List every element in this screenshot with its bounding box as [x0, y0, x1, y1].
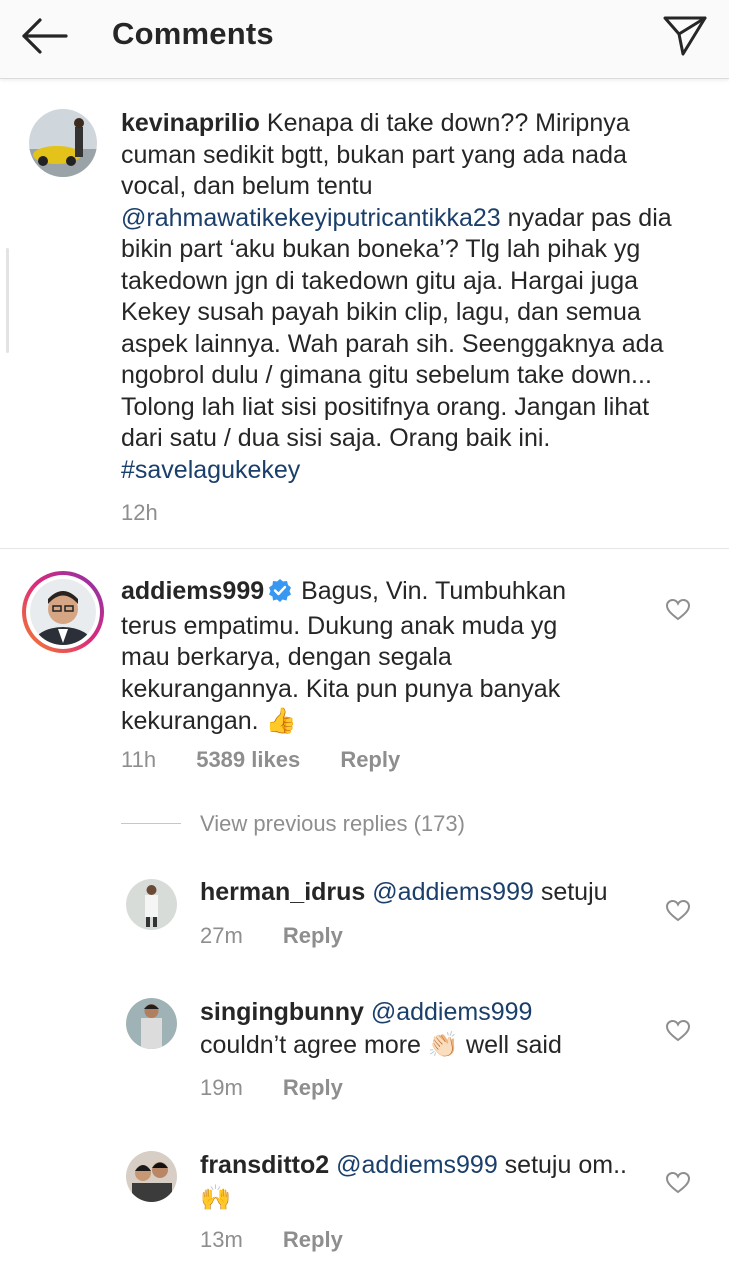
like-button[interactable]	[665, 598, 691, 622]
heart-icon	[665, 1019, 691, 1042]
heart-icon	[665, 598, 691, 621]
verified-badge-icon	[268, 578, 292, 611]
avatar-photo	[126, 1151, 177, 1202]
avatar-photo	[30, 579, 96, 645]
clapping-hands-emoji: 👏🏻	[427, 1029, 460, 1059]
reply-meta: 19m Reply	[200, 1075, 377, 1101]
comment-body-continued: nyadar pas dia bikin part ‘aku bukan bon…	[121, 203, 672, 453]
reply-button[interactable]: Reply	[283, 1075, 343, 1100]
avatar-story-ring[interactable]	[22, 571, 104, 653]
reply-text: herman_idrus @addiems999 setuju	[200, 877, 660, 909]
thumbs-up-emoji: 👍	[265, 706, 297, 735]
avatar[interactable]	[126, 879, 177, 930]
mention-link[interactable]: @rahmawatikekeyiputricantikka23	[121, 204, 501, 232]
reply-button[interactable]: Reply	[283, 923, 343, 948]
page-title: Comments	[112, 16, 274, 51]
reply-time: 27m	[200, 923, 243, 948]
avatar-photo	[126, 998, 177, 1049]
heart-icon	[665, 899, 691, 922]
avatar-photo	[126, 879, 177, 930]
header-bar: Comments	[0, 0, 729, 79]
reply-button[interactable]: Reply	[340, 747, 400, 772]
reply-time: 11h	[121, 747, 157, 772]
reply-text: singingbunny @addiems999 couldn’t agree …	[200, 997, 660, 1061]
reply-username[interactable]: addiems999	[121, 577, 264, 605]
like-button[interactable]	[665, 1171, 691, 1195]
mention-link[interactable]: @addiems999	[372, 878, 534, 906]
reply-meta: 13m Reply	[200, 1227, 377, 1253]
avatar[interactable]	[126, 998, 177, 1049]
arrow-left-icon	[22, 18, 68, 54]
reply-username[interactable]: fransditto2	[200, 1151, 329, 1179]
comment-username[interactable]: kevinaprilio	[121, 109, 260, 137]
comment-meta: 12h	[121, 500, 192, 526]
mention-link[interactable]: @addiems999	[371, 998, 533, 1026]
reply-text: fransditto2 @addiems999 setuju om.. 🙌	[200, 1150, 640, 1214]
mention-link[interactable]: @addiems999	[336, 1151, 498, 1179]
reply-body: setuju	[533, 878, 608, 906]
paper-plane-icon	[663, 16, 707, 56]
avatar[interactable]	[29, 109, 97, 177]
reply-meta: 11h 5389 likes Reply	[121, 747, 434, 773]
avatar[interactable]	[126, 1151, 177, 1202]
like-button[interactable]	[665, 899, 691, 923]
reply-username[interactable]: herman_idrus	[200, 878, 365, 906]
divider	[0, 548, 729, 549]
scrollbar[interactable]	[6, 248, 9, 353]
back-button[interactable]	[18, 14, 70, 58]
raising-hands-emoji: 🙌	[200, 1182, 232, 1212]
reply-button[interactable]: Reply	[283, 1227, 343, 1252]
comment-time: 12h	[121, 500, 158, 525]
view-replies-line	[121, 823, 181, 824]
avatar-photo	[29, 109, 97, 177]
reply-body-end: well said	[459, 1030, 562, 1059]
main-comment-text: kevinaprilio Kenapa di take down?? Mirip…	[121, 108, 681, 486]
reply-time: 13m	[200, 1227, 243, 1252]
heart-icon	[665, 1171, 691, 1194]
reply-time: 19m	[200, 1075, 243, 1100]
view-previous-replies[interactable]: View previous replies (173)	[200, 811, 465, 837]
hashtag-link[interactable]: #savelagukekey	[121, 456, 300, 484]
reply-meta: 27m Reply	[200, 923, 377, 949]
share-button[interactable]	[661, 12, 709, 60]
reply-body: setuju om..	[497, 1151, 627, 1179]
like-button[interactable]	[665, 1019, 691, 1043]
reply-username[interactable]: singingbunny	[200, 998, 364, 1026]
reply-comment-text: addiems999 Bagus, Vin. Tumbuhkan terus e…	[121, 576, 611, 738]
likes-count[interactable]: 5389 likes	[196, 747, 300, 772]
reply-body: couldn’t agree more	[200, 1030, 421, 1059]
